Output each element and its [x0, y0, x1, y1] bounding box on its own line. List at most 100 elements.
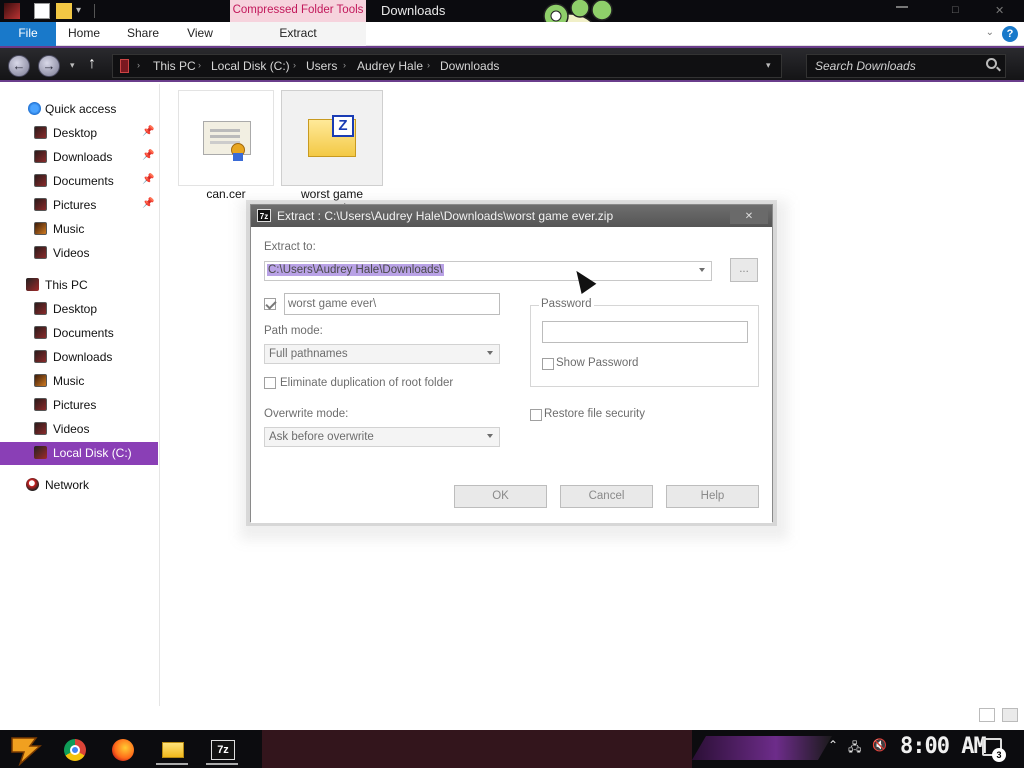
- taskbar-chrome[interactable]: [58, 733, 90, 765]
- crumb-downloads[interactable]: Downloads: [440, 59, 499, 73]
- nav-quick-downloads[interactable]: Downloads 📌: [0, 146, 158, 168]
- ribbon-icon: [233, 153, 243, 161]
- nav-quick-videos[interactable]: Videos: [0, 242, 158, 264]
- browse-button[interactable]: ...: [730, 258, 758, 282]
- chevron-right-icon: ›: [343, 60, 346, 70]
- tab-file[interactable]: File: [0, 22, 56, 46]
- close-button[interactable]: ✕: [995, 4, 1004, 17]
- address-dropdown-icon[interactable]: ▾: [766, 60, 771, 71]
- taskbar-firefox[interactable]: [106, 733, 138, 765]
- breadcrumb[interactable]: › This PC › Local Disk (C:) › Users › Au…: [112, 54, 782, 78]
- taskbar-7zip[interactable]: 7z: [206, 733, 238, 765]
- videos-folder-icon: [34, 246, 47, 259]
- videos-folder-icon: [34, 422, 47, 435]
- start-icon[interactable]: [6, 734, 44, 766]
- file-thumbnail: [178, 90, 274, 186]
- up-button[interactable]: ↑: [88, 55, 96, 73]
- nav-pc-desktop[interactable]: Desktop: [0, 298, 158, 320]
- path-mode-label: Path mode:: [264, 325, 323, 337]
- nav-network[interactable]: Network: [0, 474, 158, 496]
- crumb-local-disk[interactable]: Local Disk (C:): [211, 59, 290, 73]
- nav-quick-desktop[interactable]: Desktop 📌: [0, 122, 158, 144]
- overwrite-mode-label: Overwrite mode:: [264, 408, 349, 420]
- nav-quick-access[interactable]: Quick access: [0, 98, 158, 120]
- maximize-button[interactable]: □: [952, 4, 959, 16]
- nav-label: Pictures: [53, 198, 97, 212]
- show-hidden-icons-icon[interactable]: ⌃: [828, 738, 838, 752]
- nav-pc-pictures[interactable]: Pictures: [0, 394, 158, 416]
- extract-to-combo[interactable]: C:\Users\Audrey Hale\Downloads\: [264, 261, 712, 281]
- network-tray-icon[interactable]: 🖧: [848, 738, 861, 759]
- desktop-folder-icon: [34, 302, 47, 315]
- cancel-button[interactable]: Cancel: [560, 485, 653, 508]
- nav-label: Documents: [53, 174, 114, 188]
- eliminate-duplication-checkbox[interactable]: [264, 377, 276, 389]
- tab-extract[interactable]: Extract: [230, 22, 366, 46]
- tab-home[interactable]: Home: [60, 22, 108, 46]
- dialog-title-bar[interactable]: 7z Extract : C:\Users\Audrey Hale\Downlo…: [251, 205, 772, 227]
- taskbar-file-explorer[interactable]: [156, 733, 188, 765]
- show-password-checkbox[interactable]: [542, 358, 554, 370]
- ok-button[interactable]: OK: [454, 485, 547, 508]
- search-placeholder: Search Downloads: [815, 59, 916, 73]
- help-button[interactable]: Help: [666, 485, 759, 508]
- search-input[interactable]: Search Downloads: [806, 54, 1006, 78]
- back-button[interactable]: ←: [8, 55, 30, 77]
- nav-this-pc[interactable]: This PC: [0, 274, 158, 296]
- 7zip-icon: 7z: [257, 209, 271, 222]
- nav-pc-videos[interactable]: Videos: [0, 418, 158, 440]
- restore-security-checkbox[interactable]: [530, 409, 542, 421]
- tab-view[interactable]: View: [178, 22, 222, 46]
- nav-pc-downloads[interactable]: Downloads: [0, 346, 158, 368]
- crumb-audrey-hale[interactable]: Audrey Hale: [357, 59, 423, 73]
- help-icon[interactable]: ?: [1002, 26, 1018, 42]
- tab-share[interactable]: Share: [118, 22, 168, 46]
- pin-icon: 📌: [142, 150, 155, 161]
- pin-icon: 📌: [142, 198, 155, 209]
- password-group: Password Show Password: [530, 298, 759, 387]
- subfolder-checkbox[interactable]: [264, 298, 276, 310]
- new-folder-icon[interactable]: [56, 3, 72, 19]
- extract-dialog: 7z Extract : C:\Users\Audrey Hale\Downlo…: [250, 204, 773, 523]
- path-mode-select[interactable]: Full pathnames: [264, 344, 500, 364]
- nav-quick-music[interactable]: Music: [0, 218, 158, 240]
- close-icon[interactable]: ✕: [730, 209, 768, 224]
- volume-muted-icon[interactable]: 🔇: [872, 738, 887, 752]
- drive-icon: [34, 446, 47, 459]
- nav-local-disk[interactable]: Local Disk (C:): [0, 442, 158, 465]
- customize-quick-access-icon[interactable]: ▾: [76, 5, 92, 21]
- overwrite-mode-select[interactable]: Ask before overwrite: [264, 427, 500, 447]
- password-group-title: Password: [539, 298, 594, 310]
- expand-ribbon-icon[interactable]: ⌄: [986, 27, 994, 38]
- star-icon: [28, 102, 41, 115]
- address-bar: ← → ▾ ↑ › This PC › Local Disk (C:) › Us…: [0, 46, 1024, 82]
- chevron-right-icon: ›: [427, 60, 430, 70]
- chevron-right-icon: ›: [198, 60, 201, 70]
- minimize-button[interactable]: [896, 6, 908, 8]
- chevron-right-icon: ›: [293, 60, 296, 70]
- nav-label: Local Disk (C:): [53, 446, 132, 460]
- clock[interactable]: 8:00 AM: [900, 734, 987, 759]
- crumb-users[interactable]: Users: [306, 59, 337, 73]
- nav-quick-pictures[interactable]: Pictures 📌: [0, 194, 158, 216]
- subfolder-value: worst game ever\: [288, 298, 377, 310]
- crumb-this-pc[interactable]: This PC: [153, 59, 196, 73]
- properties-icon[interactable]: [34, 3, 50, 19]
- nav-pc-documents[interactable]: Documents: [0, 322, 158, 344]
- password-input[interactable]: [542, 321, 748, 343]
- nav-pc-music[interactable]: Music: [0, 370, 158, 392]
- pin-icon: 📌: [142, 126, 155, 137]
- nav-quick-documents[interactable]: Documents 📌: [0, 170, 158, 192]
- subfolder-input[interactable]: worst game ever\: [284, 293, 500, 315]
- nav-label: Music: [53, 374, 85, 388]
- restore-security-label: Restore file security: [544, 408, 645, 420]
- eliminate-duplication-label: Eliminate duplication of root folder: [280, 377, 454, 389]
- recent-locations-icon[interactable]: ▾: [70, 60, 75, 71]
- context-tab-header: Compressed Folder Tools: [230, 0, 366, 22]
- app-icon[interactable]: [4, 3, 20, 19]
- nav-label: Network: [45, 478, 90, 492]
- ribbon: File Home Share View Extract ⌄ ?: [0, 22, 1024, 46]
- details-view-icon[interactable]: [979, 708, 995, 722]
- forward-button[interactable]: →: [38, 55, 60, 77]
- large-icons-view-icon[interactable]: [1002, 708, 1018, 722]
